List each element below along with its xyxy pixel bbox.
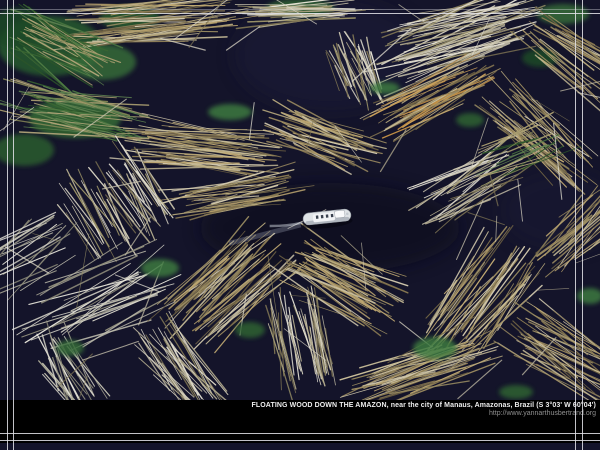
vegetation-patch <box>413 337 457 359</box>
vegetation-patch <box>208 104 252 120</box>
frame-line <box>0 13 600 14</box>
vegetation-patch <box>499 385 533 399</box>
vegetation-patch <box>235 322 265 338</box>
frame-line <box>582 0 583 450</box>
aerial-photo <box>0 0 600 450</box>
vegetation-patch <box>370 82 400 94</box>
frame-line <box>0 440 600 441</box>
caption-bar: FLOATING WOOD DOWN THE AMAZON, near the … <box>0 400 600 443</box>
frame-line <box>0 9 600 10</box>
wallpaper: FLOATING WOOD DOWN THE AMAZON, near the … <box>0 0 600 450</box>
frame-line <box>13 0 14 450</box>
photo-caption: FLOATING WOOD DOWN THE AMAZON, near the … <box>0 402 596 410</box>
vegetation-patch <box>456 113 484 127</box>
frame-line <box>575 0 576 450</box>
frame-line <box>7 0 8 450</box>
photo-credit-url: http://www.yannarthusbertrand.org <box>0 410 596 418</box>
frame-line <box>0 433 600 434</box>
vegetation-patch <box>56 340 84 356</box>
vegetation-patch <box>141 259 179 277</box>
